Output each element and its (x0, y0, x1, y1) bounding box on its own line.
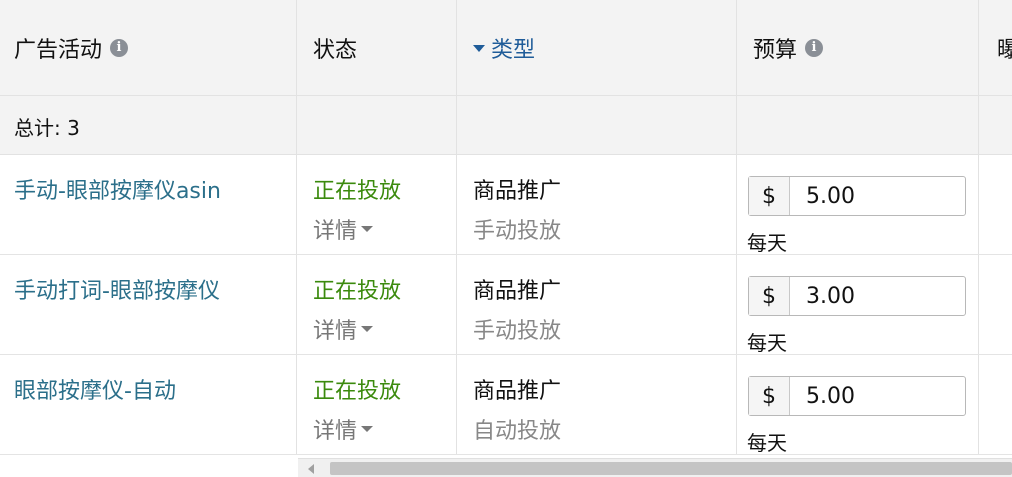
info-icon[interactable]: i (110, 39, 129, 57)
table-row: 眼部按摩仪-自动 正在投放 详情 商品推广 自动投放 $ 5.00 每天 (0, 355, 1012, 455)
campaign-type: 商品推广 (473, 279, 562, 304)
campaign-type: 商品推广 (473, 379, 562, 404)
table-row: 手动-眼部按摩仪asin 正在投放 详情 商品推广 手动投放 $ 5.00 每天 (0, 155, 1012, 255)
header-status: 状态 (297, 0, 457, 95)
header-next-label: 曝 (997, 38, 1012, 63)
header-next-column: 曝 (979, 0, 1012, 95)
budget-period: 每天 (747, 431, 787, 455)
status-text: 正在投放 (313, 279, 402, 304)
caret-down-icon[interactable] (361, 426, 374, 432)
campaign-name-link[interactable]: 手动-眼部按摩仪asin (14, 173, 221, 205)
budget-input[interactable]: $ 3.00 (748, 276, 966, 316)
scrollbar-thumb[interactable] (330, 462, 1012, 475)
budget-input[interactable]: $ 5.00 (748, 376, 966, 416)
budget-value[interactable]: 5.00 (790, 377, 965, 415)
currency-prefix: $ (749, 277, 790, 315)
status-text: 正在投放 (313, 379, 402, 404)
campaign-name-link[interactable]: 手动打词-眼部按摩仪 (14, 273, 220, 305)
budget-value[interactable]: 3.00 (790, 277, 965, 315)
totals-label: 总计: 3 (14, 116, 80, 140)
targeting-type: 自动投放 (473, 419, 562, 444)
campaign-name-link[interactable]: 眼部按摩仪-自动 (14, 373, 176, 405)
budget-period: 每天 (747, 331, 787, 355)
budget-value[interactable]: 5.00 (790, 177, 965, 215)
budget-input[interactable]: $ 5.00 (748, 176, 966, 216)
chevron-left-icon[interactable] (308, 464, 314, 474)
caret-down-icon[interactable] (361, 326, 374, 332)
targeting-type: 手动投放 (473, 219, 562, 244)
header-status-label: 状态 (313, 38, 358, 63)
currency-prefix: $ (749, 177, 790, 215)
currency-prefix: $ (749, 377, 790, 415)
targeting-type: 手动投放 (473, 319, 562, 344)
header-campaign-label: 广告活动 (14, 38, 103, 63)
details-dropdown[interactable]: 详情 (313, 313, 374, 345)
caret-down-icon[interactable] (361, 226, 374, 232)
details-label[interactable]: 详情 (313, 413, 357, 445)
totals-row: 总计: 3 (0, 96, 1012, 155)
horizontal-scrollbar[interactable] (298, 458, 1012, 477)
details-label[interactable]: 详情 (313, 213, 357, 245)
header-type[interactable]: 类型 (457, 0, 737, 95)
table-row: 手动打词-眼部按摩仪 正在投放 详情 商品推广 手动投放 $ 3.00 每天 (0, 255, 1012, 355)
header-budget: 预算 i (737, 0, 979, 95)
budget-period: 每天 (747, 231, 787, 255)
campaign-table: 广告活动 i 状态 类型 预算 i 曝 总计: 3 手动-眼部按摩仪asin 正… (0, 0, 1012, 455)
details-dropdown[interactable]: 详情 (313, 413, 374, 445)
campaign-type: 商品推广 (473, 179, 562, 204)
header-budget-label: 预算 (753, 38, 798, 63)
status-text: 正在投放 (313, 179, 402, 204)
table-header-row: 广告活动 i 状态 类型 预算 i 曝 (0, 0, 1012, 96)
details-label[interactable]: 详情 (313, 313, 357, 345)
header-campaign: 广告活动 i (0, 0, 297, 95)
details-dropdown[interactable]: 详情 (313, 213, 374, 245)
info-icon[interactable]: i (805, 39, 824, 57)
sort-desc-icon[interactable] (473, 44, 485, 52)
header-type-sort-link[interactable]: 类型 (491, 32, 535, 64)
